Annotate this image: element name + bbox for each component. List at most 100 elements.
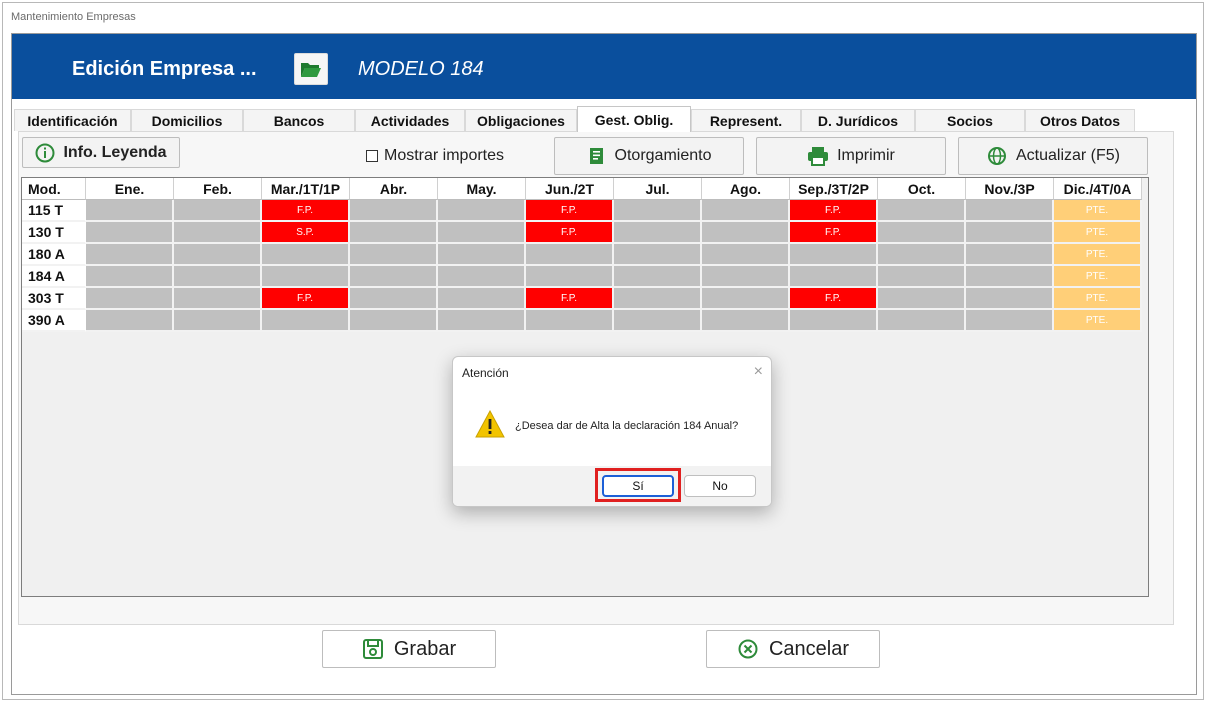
- checkbox-box[interactable]: [366, 150, 378, 162]
- close-icon[interactable]: ×: [754, 363, 763, 381]
- status-cell[interactable]: [878, 200, 966, 222]
- table-row[interactable]: 115 T F.P. F.P. F.P. PTE.: [22, 200, 1142, 222]
- status-cell[interactable]: [790, 266, 878, 288]
- print-button[interactable]: Imprimir: [756, 137, 946, 175]
- table-row[interactable]: 303 T F.P. F.P. F.P. PTE.: [22, 288, 1142, 310]
- status-cell[interactable]: F.P.: [526, 222, 614, 244]
- status-cell[interactable]: [438, 244, 526, 266]
- status-cell[interactable]: [350, 310, 438, 332]
- status-cell[interactable]: [350, 244, 438, 266]
- status-cell[interactable]: [174, 222, 262, 244]
- status-cell[interactable]: PTE.: [1054, 244, 1142, 266]
- status-cell[interactable]: PTE.: [1054, 266, 1142, 288]
- status-cell[interactable]: F.P.: [790, 222, 878, 244]
- status-cell[interactable]: [614, 310, 702, 332]
- no-button[interactable]: No: [684, 475, 756, 497]
- status-cell[interactable]: PTE.: [1054, 200, 1142, 222]
- tab-actividades[interactable]: Actividades: [355, 109, 465, 131]
- status-cell[interactable]: F.P.: [526, 200, 614, 222]
- status-cell[interactable]: [966, 244, 1054, 266]
- table-row[interactable]: 180 A PTE.: [22, 244, 1142, 266]
- status-cell[interactable]: [702, 310, 790, 332]
- tab-represent[interactable]: Represent.: [691, 109, 801, 131]
- status-cell[interactable]: PTE.: [1054, 222, 1142, 244]
- status-cell[interactable]: [262, 266, 350, 288]
- table-row[interactable]: 390 A PTE.: [22, 310, 1142, 332]
- status-cell[interactable]: [790, 310, 878, 332]
- status-cell[interactable]: S.P.: [262, 222, 350, 244]
- status-cell[interactable]: [86, 288, 174, 310]
- status-cell[interactable]: [702, 200, 790, 222]
- tab-identificacion[interactable]: Identificación: [14, 109, 131, 131]
- status-cell[interactable]: [878, 266, 966, 288]
- status-cell[interactable]: F.P.: [526, 288, 614, 310]
- status-cell[interactable]: [438, 222, 526, 244]
- open-folder-button[interactable]: [294, 53, 328, 85]
- table-row[interactable]: 184 A PTE.: [22, 266, 1142, 288]
- status-cell[interactable]: [438, 266, 526, 288]
- status-cell[interactable]: F.P.: [790, 288, 878, 310]
- status-cell[interactable]: [86, 244, 174, 266]
- status-cell[interactable]: [262, 310, 350, 332]
- yes-button[interactable]: Sí: [602, 475, 674, 497]
- status-cell[interactable]: [966, 288, 1054, 310]
- status-cell[interactable]: [174, 266, 262, 288]
- status-cell[interactable]: [526, 310, 614, 332]
- status-cell[interactable]: [702, 266, 790, 288]
- status-cell[interactable]: [878, 222, 966, 244]
- status-cell[interactable]: [614, 222, 702, 244]
- tab-gest-oblig[interactable]: Gest. Oblig.: [577, 106, 691, 132]
- status-cell[interactable]: [174, 200, 262, 222]
- cancel-button[interactable]: Cancelar: [706, 630, 880, 668]
- status-cell[interactable]: [702, 222, 790, 244]
- save-button[interactable]: Grabar: [322, 630, 496, 668]
- status-cell[interactable]: [702, 244, 790, 266]
- tab-domicilios[interactable]: Domicilios: [131, 109, 243, 131]
- status-cell[interactable]: [966, 222, 1054, 244]
- status-cell[interactable]: [614, 244, 702, 266]
- status-cell[interactable]: [790, 244, 878, 266]
- show-amounts-checkbox[interactable]: Mostrar importes: [366, 147, 504, 165]
- status-cell[interactable]: [438, 310, 526, 332]
- status-cell[interactable]: [350, 288, 438, 310]
- table-row[interactable]: 130 T S.P. F.P. F.P. PTE.: [22, 222, 1142, 244]
- status-cell[interactable]: [966, 200, 1054, 222]
- status-cell[interactable]: [526, 266, 614, 288]
- refresh-button[interactable]: Actualizar (F5): [958, 137, 1148, 175]
- status-cell[interactable]: [350, 266, 438, 288]
- status-cell[interactable]: [614, 200, 702, 222]
- tab-otros-datos[interactable]: Otros Datos: [1025, 109, 1135, 131]
- status-cell[interactable]: [86, 310, 174, 332]
- status-cell[interactable]: [438, 288, 526, 310]
- status-cell[interactable]: [966, 266, 1054, 288]
- status-cell[interactable]: [350, 200, 438, 222]
- status-cell[interactable]: [262, 244, 350, 266]
- status-cell[interactable]: [86, 266, 174, 288]
- grant-button[interactable]: Otorgamiento: [554, 137, 744, 175]
- status-cell[interactable]: F.P.: [262, 288, 350, 310]
- status-cell[interactable]: [86, 222, 174, 244]
- status-cell[interactable]: [614, 288, 702, 310]
- status-cell[interactable]: PTE.: [1054, 310, 1142, 332]
- status-cell[interactable]: [878, 288, 966, 310]
- status-cell[interactable]: [350, 222, 438, 244]
- tab-d-juridicos[interactable]: D. Jurídicos: [801, 109, 915, 131]
- tab-bancos[interactable]: Bancos: [243, 109, 355, 131]
- status-cell[interactable]: [86, 200, 174, 222]
- tab-socios[interactable]: Socios: [915, 109, 1025, 131]
- info-legend-button[interactable]: Info. Leyenda: [22, 137, 180, 168]
- status-cell[interactable]: [702, 288, 790, 310]
- status-cell[interactable]: F.P.: [262, 200, 350, 222]
- tab-obligaciones[interactable]: Obligaciones: [465, 109, 577, 131]
- status-cell[interactable]: [438, 200, 526, 222]
- status-cell[interactable]: F.P.: [790, 200, 878, 222]
- status-cell[interactable]: [614, 266, 702, 288]
- status-cell[interactable]: [174, 244, 262, 266]
- status-cell[interactable]: [174, 288, 262, 310]
- status-cell[interactable]: PTE.: [1054, 288, 1142, 310]
- status-cell[interactable]: [878, 310, 966, 332]
- status-cell[interactable]: [966, 310, 1054, 332]
- status-cell[interactable]: [878, 244, 966, 266]
- status-cell[interactable]: [174, 310, 262, 332]
- status-cell[interactable]: [526, 244, 614, 266]
